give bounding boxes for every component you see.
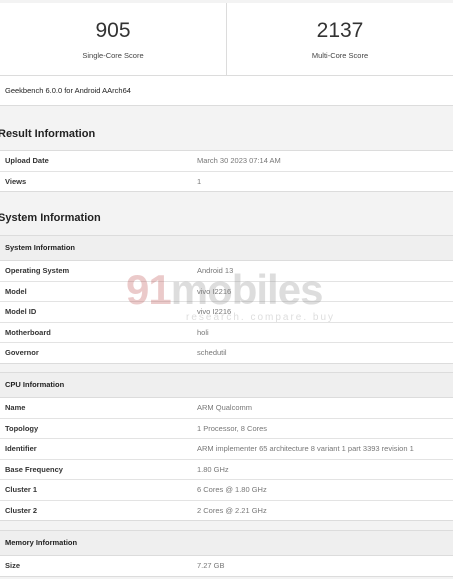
row-value: ARM implementer 65 architecture 8 varian… <box>197 444 414 453</box>
row-key: Operating System <box>5 266 70 275</box>
memory-information-table: Memory Information Size 7.27 GB <box>0 530 453 577</box>
table-row: Operating System Android 13 <box>0 261 453 282</box>
system-information-table: System Information Operating System Andr… <box>0 235 453 364</box>
single-core-score: 905 Single-Core Score <box>0 3 226 75</box>
table-row: Model ID vivo I2216 <box>0 302 453 323</box>
single-core-score-label: Single-Core Score <box>82 51 144 60</box>
row-value: vivo I2216 <box>197 286 232 296</box>
result-information-title: Result Information <box>0 128 96 140</box>
row-value: 1 Processor, 8 Cores <box>197 423 268 433</box>
row-value: 2 Cores @ 2.21 GHz <box>197 505 267 515</box>
table-row: Motherboard holi <box>0 323 453 343</box>
row-key: Upload Date <box>5 156 49 165</box>
benchmark-version: Geekbench 6.0.0 for Android AArch64 <box>0 76 453 106</box>
row-key: Base Frequency <box>5 464 63 474</box>
row-key: Cluster 1 <box>5 485 38 494</box>
row-key: Model ID <box>5 307 37 316</box>
row-key: Identifier <box>5 444 37 453</box>
row-value: 6 Cores @ 1.80 GHz <box>197 485 267 494</box>
row-value: March 30 2023 07:14 AM <box>197 156 281 165</box>
table-row: Governor schedutil <box>0 343 453 363</box>
table-row: Cluster 2 2 Cores @ 2.21 GHz <box>0 501 453 521</box>
row-key: Model <box>5 286 27 296</box>
table-row: Size 7.27 GB <box>0 556 453 576</box>
row-key: Governor <box>5 348 39 357</box>
system-information-title: System Information <box>0 212 101 224</box>
table-row: Base Frequency 1.80 GHz <box>0 460 453 480</box>
row-value: 1 <box>197 176 202 186</box>
table-header: CPU Information <box>0 373 453 398</box>
table-row: Name ARM Qualcomm <box>0 398 453 419</box>
row-value: holi <box>197 327 209 337</box>
table-row: Cluster 1 6 Cores @ 1.80 GHz <box>0 480 453 501</box>
row-value: vivo I2216 <box>197 307 232 316</box>
row-value: 7.27 GB <box>197 561 225 570</box>
result-information-table: Upload Date March 30 2023 07:14 AM Views… <box>0 150 453 192</box>
table-row: Identifier ARM implementer 65 architectu… <box>0 439 453 460</box>
table-header: System Information <box>0 236 453 261</box>
row-value: Android 13 <box>197 266 234 275</box>
multi-core-score-value: 2137 <box>316 19 364 42</box>
row-value: 1.80 GHz <box>197 464 229 474</box>
table-row: Upload Date March 30 2023 07:14 AM <box>0 151 453 172</box>
cpu-information-table: CPU Information Name ARM Qualcomm Topolo… <box>0 372 453 521</box>
row-key: Name <box>5 403 26 412</box>
row-value: ARM Qualcomm <box>197 403 253 412</box>
table-row: Model vivo I2216 <box>0 282 453 302</box>
score-panel: 905 Single-Core Score 2137 Multi-Core Sc… <box>0 3 453 76</box>
multi-core-score-label: Multi-Core Score <box>311 51 369 60</box>
row-key: Cluster 2 <box>5 505 38 515</box>
row-key: Size <box>5 561 21 570</box>
row-value: schedutil <box>197 348 227 357</box>
row-key: Views <box>5 176 27 186</box>
multi-core-score: 2137 Multi-Core Score <box>226 3 453 75</box>
table-header: Memory Information <box>0 531 453 556</box>
row-key: Topology <box>5 423 39 433</box>
table-row: Topology 1 Processor, 8 Cores <box>0 419 453 439</box>
single-core-score-value: 905 <box>95 19 131 42</box>
row-key: Motherboard <box>5 327 51 337</box>
table-row: Views 1 <box>0 172 453 192</box>
